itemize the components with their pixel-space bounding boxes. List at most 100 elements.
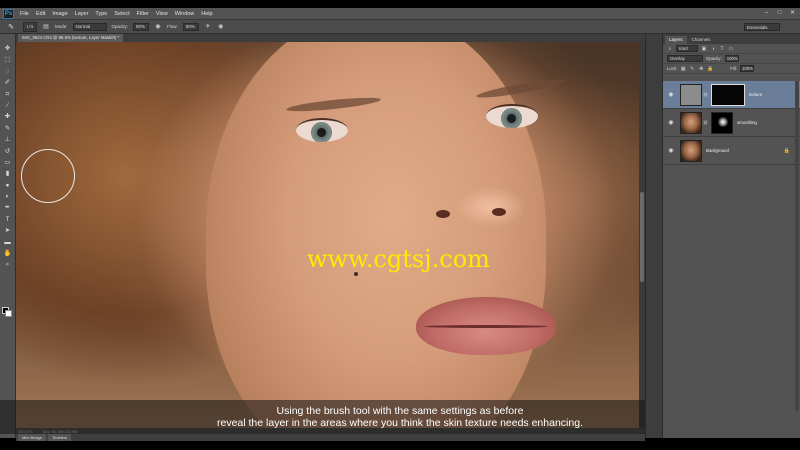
pen-tool-icon[interactable]: ✒ xyxy=(2,203,14,213)
layer-name[interactable]: texture xyxy=(749,92,762,97)
layer-name[interactable]: smoothing xyxy=(737,120,757,125)
menu-window[interactable]: Window xyxy=(175,11,195,17)
mask-link-icon[interactable]: ⛓ xyxy=(703,120,708,125)
layer-thumbnail[interactable] xyxy=(680,83,702,106)
pixel-filter-icon[interactable]: ▣ xyxy=(701,46,707,52)
photoshop-logo: Ps xyxy=(3,8,14,19)
layer-name[interactable]: Background xyxy=(706,148,729,153)
layers-panel-scrollbar[interactable] xyxy=(795,81,799,411)
tab-layers[interactable]: Layers xyxy=(665,36,687,44)
zoom-tool-icon[interactable]: ⌕ xyxy=(2,260,14,270)
right-nostril xyxy=(492,208,506,216)
layer-row-smoothing[interactable]: ◉ ⛓ smoothing xyxy=(663,109,800,137)
image-canvas[interactable]: www.cgtsj.com xyxy=(16,42,639,428)
fill-field[interactable]: 100% xyxy=(739,65,754,72)
background-color-swatch[interactable] xyxy=(5,310,12,317)
left-iris xyxy=(311,122,332,142)
options-bar: ✎ 175 ▤ Mode: Normal Opacity: 50% ◉ Flow… xyxy=(0,20,800,34)
layer-mask-thumbnail[interactable] xyxy=(711,111,733,134)
pressure-opacity-icon[interactable]: ◉ xyxy=(154,23,162,31)
eyedropper-tool-icon[interactable]: ⁄ xyxy=(2,101,14,111)
tab-channels[interactable]: Channels xyxy=(688,36,715,44)
brush-panel-icon[interactable]: ▤ xyxy=(42,23,50,31)
path-select-tool-icon[interactable]: ➤ xyxy=(2,226,14,236)
shape-filter-icon[interactable]: ▭ xyxy=(728,46,734,52)
hand-tool-icon[interactable]: ✋ xyxy=(2,249,14,259)
airbrush-icon[interactable]: ✈ xyxy=(204,23,212,31)
dodge-tool-icon[interactable]: ◐ xyxy=(2,192,14,202)
type-tool-icon[interactable]: T xyxy=(2,215,14,225)
layer-row-texture[interactable]: ◉ ⛓ texture xyxy=(663,81,800,109)
opacity-field[interactable]: 50% xyxy=(133,22,150,31)
move-tool-icon[interactable]: ✥ xyxy=(2,44,14,54)
brush-cursor xyxy=(21,149,75,203)
nose xyxy=(456,187,526,227)
lock-transparent-icon[interactable]: ▦ xyxy=(680,66,686,72)
blur-tool-icon[interactable]: ● xyxy=(2,181,14,191)
minimize-button[interactable]: – xyxy=(763,10,770,17)
lock-pixels-icon[interactable]: ✎ xyxy=(689,66,695,72)
clone-stamp-tool-icon[interactable]: ⊥ xyxy=(2,135,14,145)
blend-opacity-row: Overlay Opacity: 100% xyxy=(663,54,800,64)
gradient-tool-icon[interactable]: ▮ xyxy=(2,169,14,179)
tab-mini-bridge[interactable]: Mini Bridge xyxy=(18,434,47,441)
crop-tool-icon[interactable]: ⌗ xyxy=(2,90,14,100)
layers-panel: Layers Channels ⌕ Kind ▣ ◑ T ▭ Overlay O… xyxy=(663,34,800,438)
brush-tool-icon[interactable]: ✎ xyxy=(2,124,14,134)
toolbox: ✥ ⬚ ◌ ✐ ⌗ ⁄ ✚ ✎ ⊥ ↺ ▭ ▮ ● ◐ ✒ T ➤ ▬ ✋ ⌕ xyxy=(0,34,16,438)
menu-file[interactable]: File xyxy=(20,11,29,17)
visibility-eye-icon[interactable]: ◉ xyxy=(666,118,676,128)
right-iris xyxy=(501,108,522,128)
letterbox-bottom xyxy=(0,441,800,450)
adjustment-filter-icon[interactable]: ◑ xyxy=(710,46,716,52)
scrollbar-thumb[interactable] xyxy=(640,192,644,282)
fill-label: Fill: xyxy=(730,66,737,71)
menu-image[interactable]: Image xyxy=(52,11,67,17)
menu-select[interactable]: Select xyxy=(114,11,129,17)
flow-field[interactable]: 50% xyxy=(182,22,199,31)
menu-help[interactable]: Help xyxy=(201,11,212,17)
history-brush-tool-icon[interactable]: ↺ xyxy=(2,147,14,157)
shape-tool-icon[interactable]: ▬ xyxy=(2,238,14,248)
menu-filter[interactable]: Filter xyxy=(137,11,149,17)
layer-opacity-field[interactable]: 100% xyxy=(724,55,739,62)
layer-thumbnail[interactable] xyxy=(680,139,702,162)
close-button[interactable]: ✕ xyxy=(789,10,796,17)
layer-filter-row: ⌕ Kind ▣ ◑ T ▭ xyxy=(663,44,800,54)
lock-label: Lock: xyxy=(667,66,678,71)
mask-link-icon[interactable]: ⛓ xyxy=(703,92,708,97)
layers-panel-tabs: Layers Channels xyxy=(663,34,800,44)
menu-bar: Ps File Edit Image Layer Type Select Fil… xyxy=(0,8,800,20)
visibility-eye-icon[interactable]: ◉ xyxy=(666,90,676,100)
menu-layer[interactable]: Layer xyxy=(75,11,89,17)
layer-mask-thumbnail[interactable] xyxy=(711,83,745,106)
left-nostril xyxy=(436,210,450,218)
menu-type[interactable]: Type xyxy=(95,11,107,17)
mode-select[interactable]: Normal xyxy=(72,22,107,31)
layers-list: ◉ ⛓ texture ◉ ⛓ smoothing ◉ Background 🔒 xyxy=(663,81,800,165)
workspace-select[interactable]: Essentials xyxy=(744,23,780,31)
layer-row-background[interactable]: ◉ Background 🔒 xyxy=(663,137,800,165)
tab-timeline[interactable]: Timeline xyxy=(48,434,71,441)
document-tab[interactable]: IMG_9624.CR2 @ 86.9% (texture, Layer Mas… xyxy=(18,34,124,42)
menu-view[interactable]: View xyxy=(156,11,168,17)
visibility-eye-icon[interactable]: ◉ xyxy=(666,146,676,156)
healing-brush-tool-icon[interactable]: ✚ xyxy=(2,112,14,122)
eraser-tool-icon[interactable]: ▭ xyxy=(2,158,14,168)
lock-all-icon[interactable]: 🔒 xyxy=(707,66,713,72)
mode-label: Mode: xyxy=(55,24,68,29)
marquee-tool-icon[interactable]: ⬚ xyxy=(2,55,14,65)
brush-preset-picker[interactable]: 175 xyxy=(23,21,37,32)
maximize-button[interactable]: □ xyxy=(776,10,783,17)
brush-tool-icon[interactable]: ✎ xyxy=(4,22,18,32)
opacity-label: Opacity: xyxy=(111,24,129,29)
blend-mode-select[interactable]: Overlay xyxy=(667,55,703,62)
type-filter-icon[interactable]: T xyxy=(719,46,725,52)
kind-filter-select[interactable]: Kind xyxy=(676,45,698,52)
quick-select-tool-icon[interactable]: ✐ xyxy=(2,78,14,88)
lock-position-icon[interactable]: ✥ xyxy=(698,66,704,72)
menu-edit[interactable]: Edit xyxy=(36,11,45,17)
layer-thumbnail[interactable] xyxy=(680,111,702,134)
lasso-tool-icon[interactable]: ◌ xyxy=(2,67,14,77)
pressure-size-icon[interactable]: ◉ xyxy=(217,23,225,31)
